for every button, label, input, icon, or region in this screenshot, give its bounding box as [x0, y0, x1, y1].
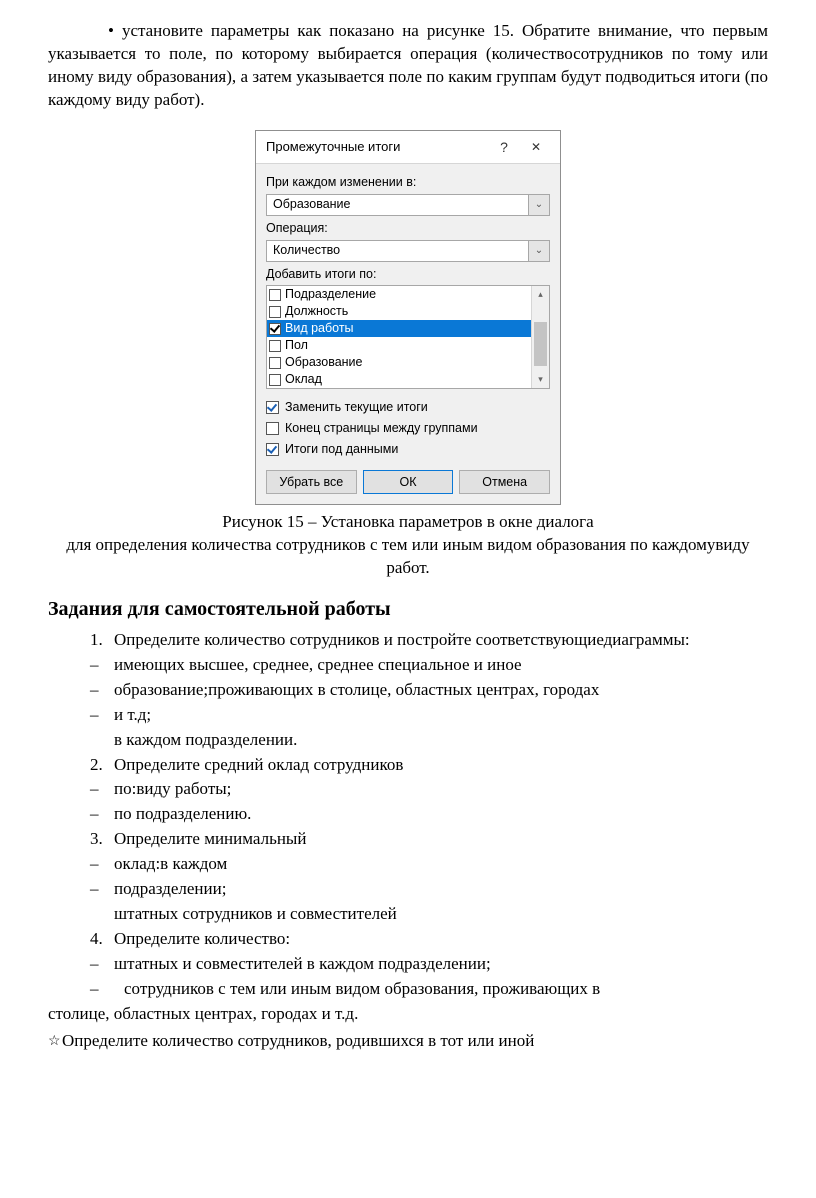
scrollbar[interactable]: ▴ ▾ [531, 286, 549, 388]
final-line: ☆Определите количество сотрудников, роди… [48, 1030, 768, 1053]
label-operation: Операция: [266, 220, 550, 237]
select-change-field[interactable]: Образование ⌄ [266, 194, 550, 216]
close-icon[interactable]: ✕ [520, 137, 552, 157]
dialog-titlebar: Промежуточные итоги ? ✕ [256, 131, 560, 164]
figure-caption: Рисунок 15 – Установка параметров в окне… [48, 511, 768, 580]
chevron-down-icon[interactable]: ⌄ [528, 241, 549, 261]
remove-all-button[interactable]: Убрать все [266, 470, 357, 494]
chevron-down-icon[interactable]: ⌄ [528, 195, 549, 215]
opt-below-data[interactable]: Итоги под данными [266, 441, 550, 458]
list-item[interactable]: Подразделение [267, 286, 531, 303]
task-4-cont: столице, областных центрах, городах и т.… [48, 1003, 768, 1026]
checkbox-icon[interactable] [269, 340, 281, 352]
list-item[interactable]: Оклад [267, 371, 531, 388]
checkbox-icon[interactable] [266, 401, 279, 414]
list-item[interactable]: Вид работы [267, 320, 531, 337]
label-at-each-change: При каждом изменении в: [266, 174, 550, 191]
cancel-button[interactable]: Отмена [459, 470, 550, 494]
subtotals-dialog: Промежуточные итоги ? ✕ При каждом измен… [255, 130, 561, 505]
list-item[interactable]: Пол [267, 337, 531, 354]
help-icon[interactable]: ? [492, 137, 516, 157]
scroll-up-icon[interactable]: ▴ [532, 286, 549, 303]
select-operation-value: Количество [267, 242, 528, 259]
intro-paragraph: установите параметры как показано на рис… [48, 20, 768, 112]
select-operation[interactable]: Количество ⌄ [266, 240, 550, 262]
scroll-thumb[interactable] [534, 322, 547, 366]
select-change-value: Образование [267, 196, 528, 213]
tasks-list: 1.Определите количество сотрудников и по… [48, 629, 768, 1001]
star-icon: ☆ [48, 1033, 62, 1052]
checkbox-icon[interactable] [269, 357, 281, 369]
checkbox-icon[interactable] [266, 422, 279, 435]
checkbox-icon[interactable] [269, 306, 281, 318]
label-add-totals-by: Добавить итоги по: [266, 266, 550, 283]
dialog-figure: Промежуточные итоги ? ✕ При каждом измен… [48, 130, 768, 505]
list-item[interactable]: Должность [267, 303, 531, 320]
checkbox-icon[interactable] [269, 289, 281, 301]
opt-page-break[interactable]: Конец страницы между группами [266, 420, 550, 437]
checkbox-icon[interactable] [269, 374, 281, 386]
tasks-heading: Задания для самостоятельной работы [48, 596, 768, 623]
dialog-title: Промежуточные итоги [266, 138, 488, 156]
checkbox-icon[interactable] [266, 443, 279, 456]
ok-button[interactable]: ОК [363, 470, 454, 494]
list-item[interactable]: Образование [267, 354, 531, 371]
checkbox-icon[interactable] [269, 323, 281, 335]
opt-replace[interactable]: Заменить текущие итоги [266, 399, 550, 416]
scroll-down-icon[interactable]: ▾ [532, 371, 549, 388]
add-totals-listbox[interactable]: Подразделение Должность Вид работы Пол [266, 285, 550, 389]
